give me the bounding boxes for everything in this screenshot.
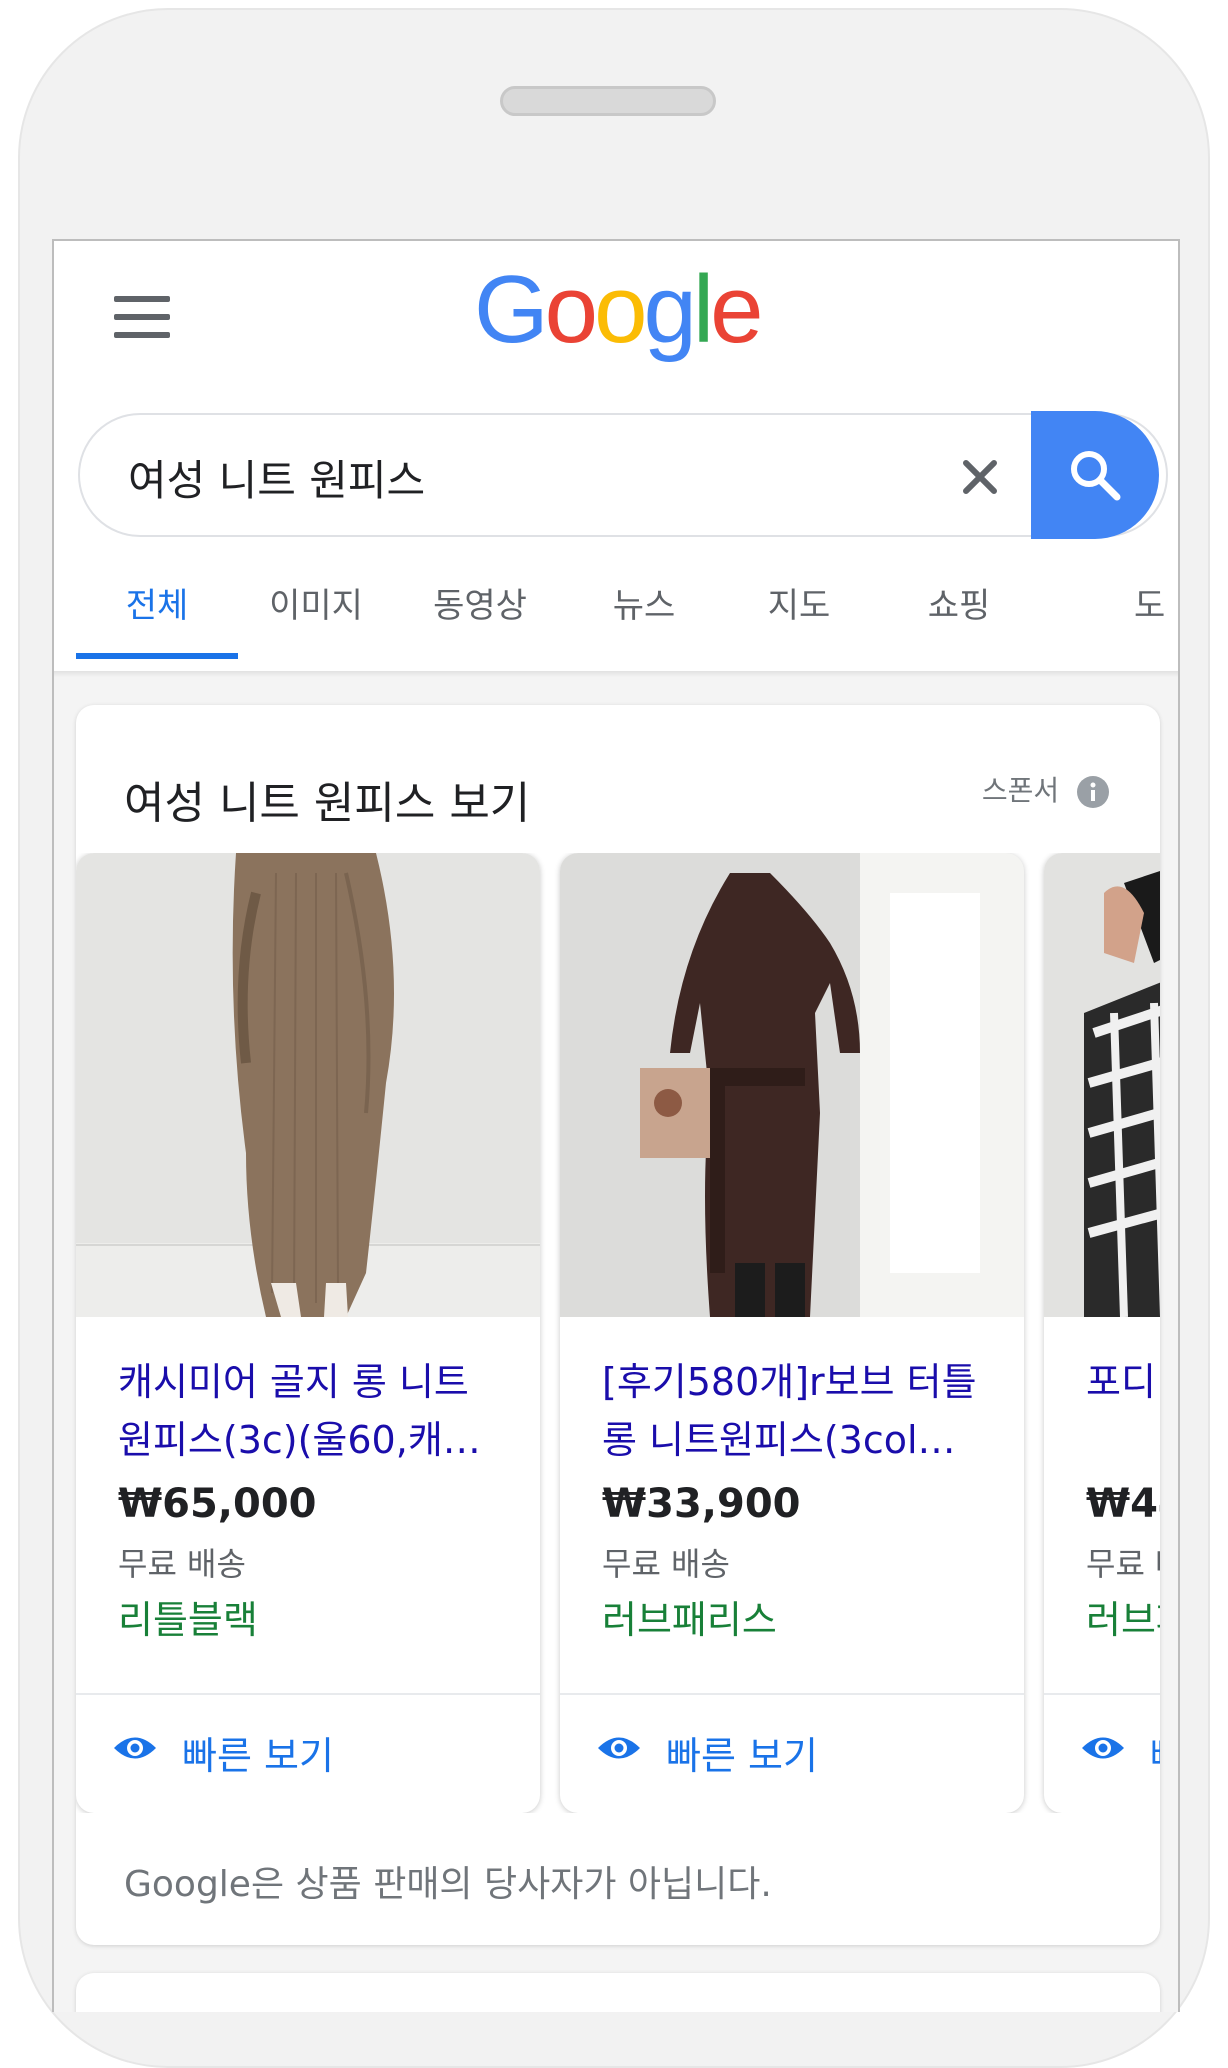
product-price: ₩33,900 [602,1481,801,1527]
product-shipping: 무료 배 [1086,1545,1160,1583]
product-image[interactable] [76,853,540,1317]
product-image[interactable] [560,853,1024,1317]
shopping-title: 여성 니트 원피스 보기 [124,778,531,829]
divider [560,1693,1024,1695]
clear-icon[interactable] [960,457,1000,497]
tab-more[interactable]: 도 [1134,561,1178,661]
search-box[interactable]: 여성 니트 원피스 [78,413,1168,537]
product-image[interactable] [1044,853,1160,1317]
eye-icon [114,1737,156,1759]
divider [1044,1693,1160,1695]
tab-news[interactable]: 뉴스 [584,561,704,661]
tab-images[interactable]: 이미지 [246,561,386,661]
google-logo[interactable]: Google [474,255,774,365]
search-input[interactable]: 여성 니트 원피스 [128,447,425,508]
eye-icon [598,1737,640,1759]
browser-screen: Google 여성 니트 원피스 전체 이미지 동영상 뉴스 지도 쇼핑 도 여… [52,239,1180,2012]
product-title[interactable]: 포디 free ( [1086,1353,1160,1469]
search-header: Google 여성 니트 원피스 전체 이미지 동영상 뉴스 지도 쇼핑 도 [54,241,1178,671]
tab-all[interactable]: 전체 [76,561,238,661]
eye-icon [1082,1737,1124,1759]
active-tab-indicator [76,653,238,659]
tab-videos[interactable]: 동영상 [410,561,550,661]
sponsor-label[interactable]: 스폰서 [982,769,1110,809]
product-store: 러브패리스 [602,1598,777,1642]
next-result-card [76,1973,1160,2012]
product-price: ₩44, [1086,1481,1160,1527]
search-button[interactable] [1031,411,1159,539]
search-icon [1071,451,1121,501]
seller-disclaimer: Google은 상품 판매의 당사자가 아닙니다. [124,1864,772,1905]
product-carousel[interactable]: 캐시미어 골지 롱 니트 원피스(3c)(울60,캐… ₩65,000 무료 배… [76,853,1160,1813]
product-card[interactable]: 포디 free ( ₩44, 무료 배 러브패 빠 [1044,853,1160,1813]
product-price: ₩65,000 [118,1481,317,1527]
tab-shopping[interactable]: 쇼핑 [904,561,1014,661]
product-card[interactable]: 캐시미어 골지 롱 니트 원피스(3c)(울60,캐… ₩65,000 무료 배… [76,853,540,1813]
info-icon[interactable] [1076,775,1110,809]
product-card[interactable]: [후기580개]r보브 터틀 롱 니트원피스(3col… ₩33,900 무료 … [560,853,1024,1813]
product-title[interactable]: 캐시미어 골지 롱 니트 원피스(3c)(울60,캐… [118,1353,508,1469]
tab-maps[interactable]: 지도 [744,561,854,661]
product-title[interactable]: [후기580개]r보브 터틀 롱 니트원피스(3col… [602,1353,992,1469]
quick-view-label: 빠 [1150,1725,1160,1780]
header-shadow [54,671,1178,677]
divider [76,1693,540,1695]
product-shipping: 무료 배송 [602,1545,730,1583]
menu-icon[interactable] [114,296,170,338]
quick-view-label: 빠른 보기 [666,1734,818,1778]
quick-view-label: 빠른 보기 [182,1734,334,1778]
phone-speaker [500,86,716,116]
sponsor-text: 스폰서 [981,774,1060,807]
product-store: 러브패 [1086,1598,1160,1642]
product-store: 리틀블랙 [118,1598,258,1642]
shopping-ads-card: 여성 니트 원피스 보기 스폰서 캐시미어 골지 롱 니트 원피스(3c)(울6… [76,705,1160,1945]
product-shipping: 무료 배송 [118,1545,246,1583]
